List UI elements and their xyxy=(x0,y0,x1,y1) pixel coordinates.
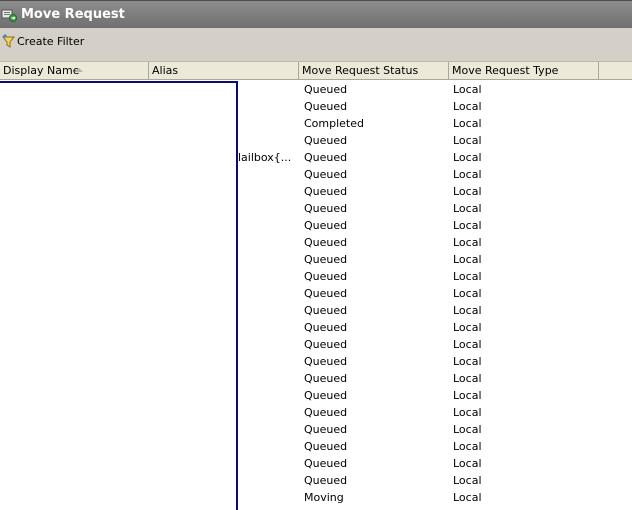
type-cell: Local xyxy=(453,423,482,436)
column-header-move-request-type[interactable]: Move Request Type xyxy=(449,62,599,79)
status-cell: Queued xyxy=(304,270,348,283)
create-filter-label: Create Filter xyxy=(17,35,85,48)
status-cell: Queued xyxy=(304,185,348,198)
column-header-row: Display Name Alias Move Request Status M… xyxy=(0,62,632,80)
type-cell: Local xyxy=(453,372,482,385)
status-cell: Queued xyxy=(304,474,348,487)
status-cell: Queued xyxy=(304,372,348,385)
status-cell: Queued xyxy=(304,406,348,419)
create-filter-button[interactable]: Create Filter xyxy=(0,28,85,56)
type-cell: Local xyxy=(453,474,482,487)
type-cell: Local xyxy=(453,202,482,215)
column-header-label: Alias xyxy=(152,64,179,77)
status-cell: Queued xyxy=(304,236,348,249)
column-header-move-request-status[interactable]: Move Request Status xyxy=(299,62,449,79)
type-cell: Local xyxy=(453,440,482,453)
status-cell: Queued xyxy=(304,100,348,113)
column-header-label: Move Request Status xyxy=(302,64,419,77)
column-header-label: Display Name xyxy=(3,64,80,77)
status-cell: Queued xyxy=(304,219,348,232)
status-cell: Queued xyxy=(304,423,348,436)
filter-icon xyxy=(2,34,15,48)
status-cell: Queued xyxy=(304,287,348,300)
type-cell: Local xyxy=(453,338,482,351)
status-cell: Queued xyxy=(304,440,348,453)
status-cell: Queued xyxy=(304,321,348,334)
type-cell: Local xyxy=(453,457,482,470)
type-cell: Local xyxy=(453,287,482,300)
move-request-icon xyxy=(1,9,17,22)
status-cell: Queued xyxy=(304,168,348,181)
type-cell: Local xyxy=(453,151,482,164)
status-cell: Queued xyxy=(304,355,348,368)
status-cell: Queued xyxy=(304,304,348,317)
alias-cell: lailbox{... xyxy=(238,151,292,164)
type-cell: Local xyxy=(453,236,482,249)
redacted-area xyxy=(0,81,238,510)
status-cell: Queued xyxy=(304,457,348,470)
toolbar: Create Filter xyxy=(0,28,632,62)
type-cell: Local xyxy=(453,253,482,266)
type-cell: Local xyxy=(453,406,482,419)
status-cell: Queued xyxy=(304,134,348,147)
window-title: Move Request xyxy=(21,7,125,22)
status-cell: Queued xyxy=(304,338,348,351)
status-cell: Queued xyxy=(304,83,348,96)
type-cell: Local xyxy=(453,491,482,504)
status-cell: Queued xyxy=(304,202,348,215)
type-cell: Local xyxy=(453,134,482,147)
type-cell: Local xyxy=(453,117,482,130)
type-cell: Local xyxy=(453,270,482,283)
type-cell: Local xyxy=(453,389,482,402)
status-cell: Completed xyxy=(304,117,364,130)
title-bar: Move Request xyxy=(0,0,632,28)
status-cell: Moving xyxy=(304,491,344,504)
type-cell: Local xyxy=(453,100,482,113)
status-cell: Queued xyxy=(304,389,348,402)
type-cell: Local xyxy=(453,83,482,96)
column-header-label: Move Request Type xyxy=(452,64,559,77)
sort-ascending-icon xyxy=(75,68,83,72)
type-cell: Local xyxy=(453,304,482,317)
status-cell: Queued xyxy=(304,253,348,266)
type-cell: Local xyxy=(453,355,482,368)
type-cell: Local xyxy=(453,321,482,334)
column-header-display-name[interactable]: Display Name xyxy=(0,62,149,79)
type-cell: Local xyxy=(453,219,482,232)
type-cell: Local xyxy=(453,168,482,181)
column-header-alias[interactable]: Alias xyxy=(149,62,299,79)
type-cell: Local xyxy=(453,185,482,198)
status-cell: Queued xyxy=(304,151,348,164)
